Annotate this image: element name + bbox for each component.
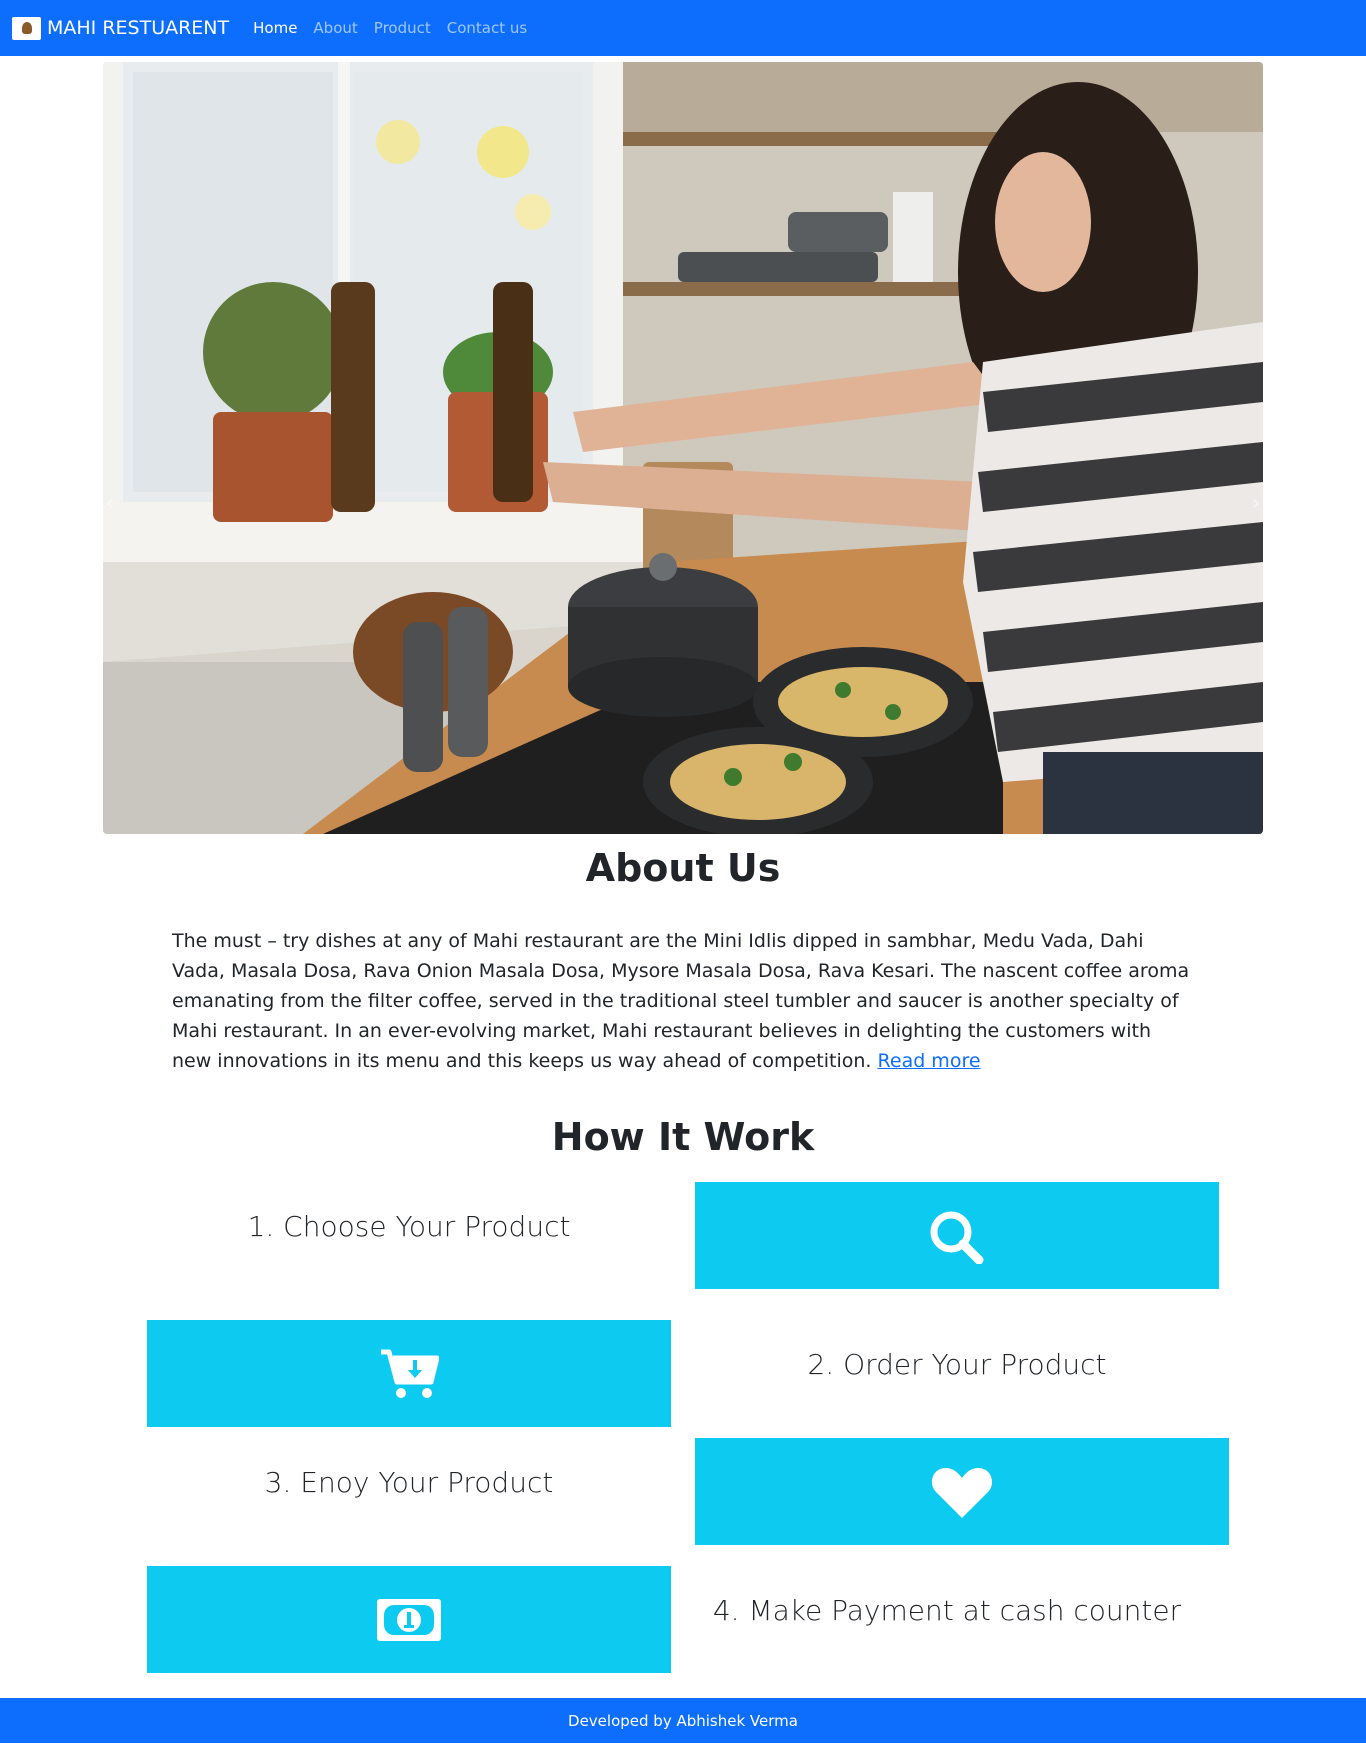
nav-link-product[interactable]: Product [374, 19, 431, 37]
footer: Developed by Abhishek Verma [0, 1698, 1366, 1743]
step-1-label: 1. Choose Your Product [247, 1210, 571, 1243]
carousel-next-icon[interactable]: › [1249, 492, 1263, 516]
heart-icon [931, 1467, 993, 1518]
cart-download-icon [381, 1349, 439, 1398]
about-text: The must – try dishes at any of Mahi res… [172, 926, 1194, 1076]
about-body: The must – try dishes at any of Mahi res… [172, 930, 1190, 1072]
step-3-box [695, 1438, 1229, 1545]
about-title: About Us [585, 846, 781, 890]
step-1-box [695, 1182, 1219, 1289]
nav-links: Home About Product Contact us [253, 19, 543, 37]
step-2-label: 2. Order Your Product [807, 1348, 1107, 1381]
step-2-box [147, 1320, 671, 1427]
footer-text: Developed by Abhishek Verma [568, 1711, 798, 1730]
nav-link-contact[interactable]: Contact us [447, 19, 527, 37]
read-more-link[interactable]: Read more [878, 1050, 981, 1072]
step-4-box [147, 1566, 671, 1673]
carousel-prev-icon[interactable]: ‹ [103, 492, 117, 516]
hero-image [103, 62, 1263, 834]
brand-name: MAHI RESTUARENT [47, 17, 230, 39]
hero-carousel: ‹ › [103, 62, 1263, 834]
navbar: MAHI RESTUARENT Home About Product Conta… [0, 0, 1366, 56]
brand-logo-icon [12, 16, 41, 40]
step-4-label: 4. Make Payment at cash counter [712, 1594, 1182, 1627]
step-3-label: 3. Enoy Your Product [264, 1466, 554, 1499]
how-title: How It Work [551, 1115, 815, 1159]
brand[interactable]: MAHI RESTUARENT [12, 16, 230, 40]
nav-link-about[interactable]: About [313, 19, 357, 37]
search-icon [930, 1211, 984, 1264]
money-bill-icon [377, 1598, 441, 1641]
nav-link-home[interactable]: Home [253, 19, 297, 37]
